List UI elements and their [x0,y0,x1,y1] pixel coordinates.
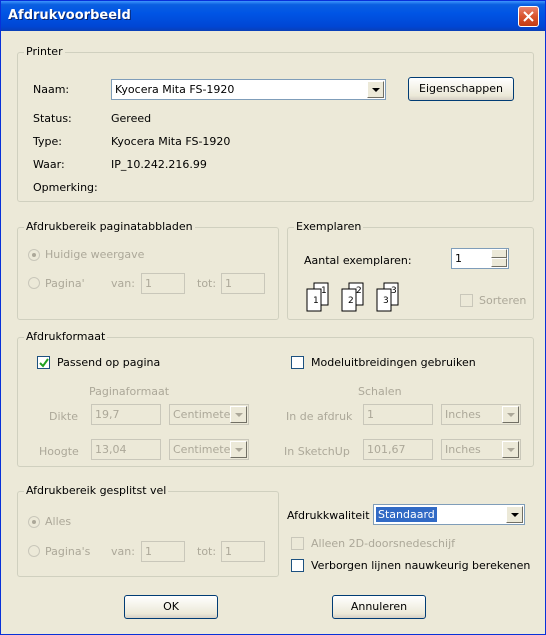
collate-page-1b: 1 [321,286,327,296]
where-label: Waar: [33,158,65,171]
in-print-label: In de afdruk [286,410,353,423]
copies-spinner[interactable] [491,249,507,268]
checkmark-icon [39,358,49,368]
in-sketchup-unit-value: Inches [445,443,481,456]
collate-checkbox[interactable] [460,294,473,307]
split-range-legend: Afdrukbereik gesplitst vel [24,484,169,497]
quality-label: Afdrukkwaliteit [287,509,370,522]
collate-page-2b: 2 [356,286,362,296]
type-value: Kyocera Mita FS-1920 [111,135,231,148]
printer-name-label: Naam: [33,83,70,96]
copies-legend: Exemplaren [294,220,364,233]
status-label: Status: [33,112,72,125]
cancel-button[interactable]: Annuleren [332,595,426,619]
range-to-label: tot: [197,277,217,290]
chevron-down-icon[interactable] [230,441,247,458]
status-value: Gereed [111,112,152,125]
in-print-unit-select[interactable]: Inches [441,404,521,425]
model-extents-checkbox[interactable] [291,356,304,369]
width-unit-select[interactable]: Centimete [169,404,249,425]
window-title: Afdrukvoorbeeld [8,8,131,23]
split-pages-radio[interactable] [28,545,40,557]
chevron-down-icon[interactable] [502,441,519,458]
properties-button[interactable]: Eigenschappen [408,77,514,101]
ok-button[interactable]: OK [124,595,218,619]
collate-page-2a: 2 [348,296,354,306]
fit-to-page-checkbox[interactable] [37,356,50,369]
current-view-radio[interactable] [28,249,40,261]
all-radio[interactable] [28,516,40,528]
collate-page-1a: 1 [313,296,319,306]
range-from-input[interactable]: 1 [141,273,185,294]
pages-label: Pagina' [45,277,85,290]
printer-legend: Printer [24,45,65,58]
collate-label: Sorteren [479,294,527,307]
width-input[interactable]: 19,7 [91,404,161,425]
title-bar[interactable]: Afdrukvoorbeeld [1,1,545,31]
chevron-down-icon[interactable] [502,406,519,423]
split-to-label: tot: [197,545,217,558]
range-from-label: van: [111,277,135,290]
collate-page-3b: 3 [391,286,397,296]
in-print-unit-value: Inches [445,408,481,421]
collate-page-3a: 3 [383,296,389,306]
width-unit-value: Centimete [173,408,231,421]
height-input[interactable]: 13,04 [91,439,161,460]
in-sketchup-label: In SketchUp [284,445,350,458]
only-2d-checkbox[interactable] [291,537,304,550]
comment-label: Opmerking: [33,181,98,194]
printer-group: Printer [17,45,534,202]
scale-header: Schalen [358,385,402,398]
fit-to-page-label: Passend op pagina [57,356,161,369]
page-format-header: Paginaformaat [89,385,170,398]
printer-name-select[interactable]: Kyocera Mita FS-1920 [111,79,386,100]
width-label: Dikte [49,410,78,423]
pages-radio[interactable] [28,277,40,289]
quality-value: Standaard [376,507,437,522]
printer-name-value: Kyocera Mita FS-1920 [115,83,235,96]
print-preview-dialog: Afdrukvoorbeeld Printer Naam: Kyocera Mi… [0,0,546,635]
current-view-label: Huidige weergave [45,248,145,261]
only-2d-label: Alleen 2D-doorsnedeschijf [311,537,455,550]
split-from-label: van: [111,545,135,558]
print-format-legend: Afdrukformaat [24,330,108,343]
hidden-lines-checkbox[interactable] [291,559,304,572]
chevron-down-icon[interactable] [506,506,523,523]
quality-select[interactable]: Standaard [373,504,525,525]
in-print-input[interactable]: 1 [363,404,433,425]
height-unit-value: Centimete [173,443,231,456]
close-button[interactable] [518,6,539,27]
split-from-input[interactable]: 1 [141,541,185,562]
split-to-input[interactable]: 1 [221,541,265,562]
split-range-group: Afdrukbereik gesplitst vel [17,484,279,577]
model-extents-label: Modeluitbreidingen gebruiken [311,356,476,369]
in-sketchup-unit-select[interactable]: Inches [441,439,521,460]
type-label: Type: [33,135,62,148]
all-label: Alles [45,515,72,528]
copies-count-label: Aantal exemplaren: [304,254,412,267]
hidden-lines-label: Verborgen lijnen nauwkeurig berekenen [311,559,531,572]
chevron-down-icon[interactable] [367,81,384,98]
close-icon [523,11,534,22]
in-sketchup-input[interactable]: 101,67 [363,439,433,460]
split-pages-label: Pagina's [45,545,91,558]
where-value: IP_10.242.216.99 [111,158,207,171]
height-unit-select[interactable]: Centimete [169,439,249,460]
chevron-down-icon[interactable] [230,406,247,423]
range-tabs-legend: Afdrukbereik paginatabbladen [24,220,195,233]
range-to-input[interactable]: 1 [221,273,265,294]
height-label: Hoogte [39,445,79,458]
